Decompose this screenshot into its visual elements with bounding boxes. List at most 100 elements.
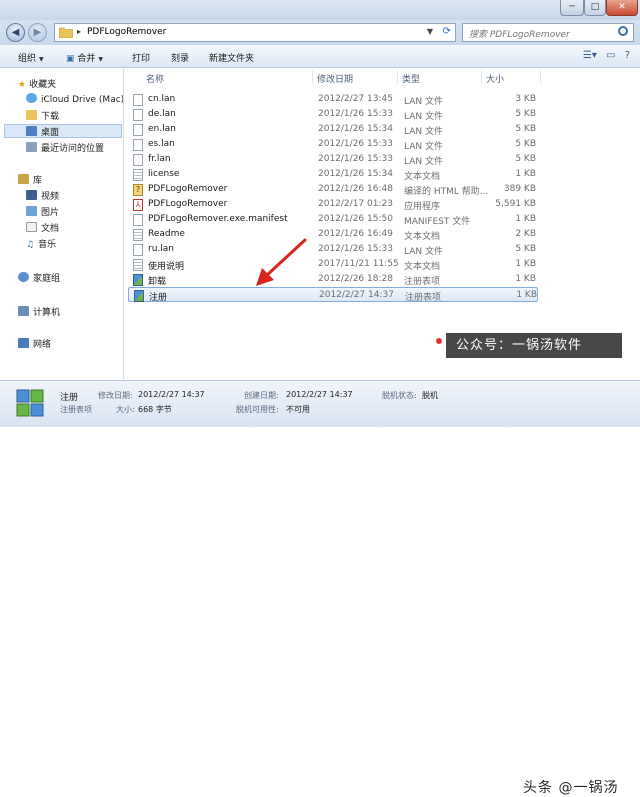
close-button[interactable]: ✕ [606,0,638,16]
sidebar-item-network[interactable]: 网络 [18,337,51,351]
file-size: 5 KB [515,109,536,119]
column-header-size[interactable]: 大小 [486,72,504,85]
file-size: 5 KB [515,244,536,254]
view-options[interactable]: ☰▾ ▭ ? [583,50,630,61]
sidebar-item-documents[interactable]: 文档 [26,221,59,235]
file-type: LAN 文件 [404,247,443,257]
file-icon [133,109,143,121]
file-row[interactable]: cn.lan 2012/2/27 13:45 LAN 文件 3 KB [128,92,538,107]
chevron-down-icon: ▼ [39,56,44,63]
sidebar-item-favorites[interactable]: ★ 收藏夹 [18,77,56,91]
sidebar-item-desktop[interactable]: 桌面 [4,124,122,138]
registry-icon [134,290,144,302]
arrow-left-icon: ◀ [11,27,20,38]
column-divider[interactable] [481,70,482,84]
open-icon: ▣ [66,54,78,64]
search-box[interactable]: 搜索 PDFLogoRemover [462,23,634,42]
file-type: 文本文档 [404,172,441,182]
maximize-button[interactable]: □ [584,0,606,16]
search-input[interactable]: 搜索 PDFLogoRemover [469,27,570,40]
file-name: cn.lan [148,94,176,104]
file-name: PDFLogoRemover [148,184,228,194]
sidebar-item-downloads[interactable]: 下载 [26,109,59,123]
sidebar-item-music[interactable]: ♫ 音乐 [26,237,56,251]
file-name: PDFLogoRemover.exe.manifest [148,214,288,224]
column-divider[interactable] [312,70,313,84]
file-date: 2012/1/26 15:33 [318,139,393,149]
view-icon[interactable]: ☰▾ [583,50,597,61]
sidebar-item-libraries[interactable]: 库 [18,173,42,187]
details-offline: 脱机 [422,391,438,400]
column-divider[interactable] [540,70,541,84]
share-button[interactable]: ▣ 合并 ▼ [66,51,103,64]
file-date: 2012/1/26 16:48 [318,184,393,194]
file-row[interactable]: ru.lan 2012/1/26 15:33 LAN 文件 5 KB [128,242,538,257]
minimize-button[interactable]: ─ [560,0,584,16]
forward-button[interactable]: ▶ [28,23,47,42]
column-header-type[interactable]: 类型 [402,72,420,85]
details-modified-label: 修改日期: [98,391,133,400]
sidebar-item-homegroup[interactable]: 家庭组 [18,271,60,285]
refresh-icon[interactable]: ⟳ [443,26,451,37]
breadcrumb-current[interactable]: PDFLogoRemover [87,27,166,37]
file-row[interactable]: fr.lan 2012/1/26 15:33 LAN 文件 5 KB [128,152,538,167]
file-size: 5 KB [515,139,536,149]
sidebar-item-videos[interactable]: 视频 [26,189,59,203]
cloud-icon [26,93,37,103]
file-row[interactable]: de.lan 2012/1/26 15:33 LAN 文件 5 KB [128,107,538,122]
column-headers: 名称 修改日期 类型 大小 [126,69,640,85]
sidebar-item-icloud[interactable]: iCloud Drive (Mac) [26,93,123,107]
file-icon [133,124,143,136]
file-row[interactable]: ⅄ PDFLogoRemover 2012/2/17 01:23 应用程序 5,… [128,197,538,212]
sidebar-item-computer[interactable]: 计算机 [18,305,60,319]
sidebar-item-pictures[interactable]: 图片 [26,205,59,219]
file-type: 编译的 HTML 帮助... [404,187,489,197]
file-date: 2012/2/17 01:23 [318,199,393,209]
file-row[interactable]: Readme 2012/1/26 16:49 文本文档 2 KB [128,227,538,242]
command-bar: 组织 ▼ ▣ 合并 ▼ 打印 刻录 新建文件夹 ☰▾ ▭ ? [0,45,640,68]
file-row[interactable]: ? PDFLogoRemover 2012/1/26 16:48 编译的 HTM… [128,182,538,197]
file-row[interactable]: 卸载 2012/2/26 18:28 注册表项 1 KB [128,272,538,287]
organize-button[interactable]: 组织 ▼ [18,51,44,64]
address-bar[interactable]: ▸ PDFLogoRemover ▼ ⟳ [54,23,456,42]
file-size: 5 KB [515,124,536,134]
chevron-down-icon[interactable]: ▼ [427,27,433,36]
print-button[interactable]: 打印 [132,51,150,64]
column-header-name[interactable]: 名称 [146,72,164,85]
watermark-text: 头条 @一锅汤 [523,780,619,796]
file-name: es.lan [148,139,175,149]
pdf-app-icon: ⅄ [133,199,143,211]
file-type: 应用程序 [404,202,441,212]
details-size: 668 字节 [138,405,172,414]
sidebar-item-recent[interactable]: 最近访问的位置 [26,141,104,155]
back-button[interactable]: ◀ [6,23,25,42]
column-header-date[interactable]: 修改日期 [317,72,353,85]
preview-pane-icon[interactable]: ▭ [606,50,615,61]
file-row[interactable]: PDFLogoRemover.exe.manifest 2012/1/26 15… [128,212,538,227]
file-row[interactable]: en.lan 2012/1/26 15:34 LAN 文件 5 KB [128,122,538,137]
network-icon [18,338,29,348]
help-icon[interactable]: ? [625,50,630,61]
details-availability-label: 脱机可用性: [236,405,279,414]
file-row[interactable]: license 2012/1/26 15:34 文本文档 1 KB [128,167,538,182]
search-icon[interactable] [618,26,628,36]
file-row-selected[interactable]: 注册 2012/2/27 14:37 注册表项 1 KB [128,287,538,303]
file-size: 1 KB [515,214,536,224]
burn-button[interactable]: 刻录 [171,51,189,64]
help-file-icon: ? [133,184,143,196]
column-divider[interactable] [397,70,398,84]
file-name: de.lan [148,109,176,119]
document-icon [26,222,37,232]
file-date: 2012/1/26 15:50 [318,214,393,224]
file-icon [133,214,143,226]
file-type: LAN 文件 [404,112,443,122]
file-row[interactable]: 使用说明 2017/11/21 11:55 文本文档 1 KB [128,257,538,272]
desktop-icon [26,126,37,136]
title-bar: ─ □ ✕ [0,0,640,20]
file-row[interactable]: es.lan 2012/1/26 15:33 LAN 文件 5 KB [128,137,538,152]
file-icon [133,154,143,166]
file-size: 1 KB [515,169,536,179]
file-type: 注册表项 [405,293,442,303]
new-folder-button[interactable]: 新建文件夹 [209,51,254,64]
file-size: 5 KB [515,154,536,164]
